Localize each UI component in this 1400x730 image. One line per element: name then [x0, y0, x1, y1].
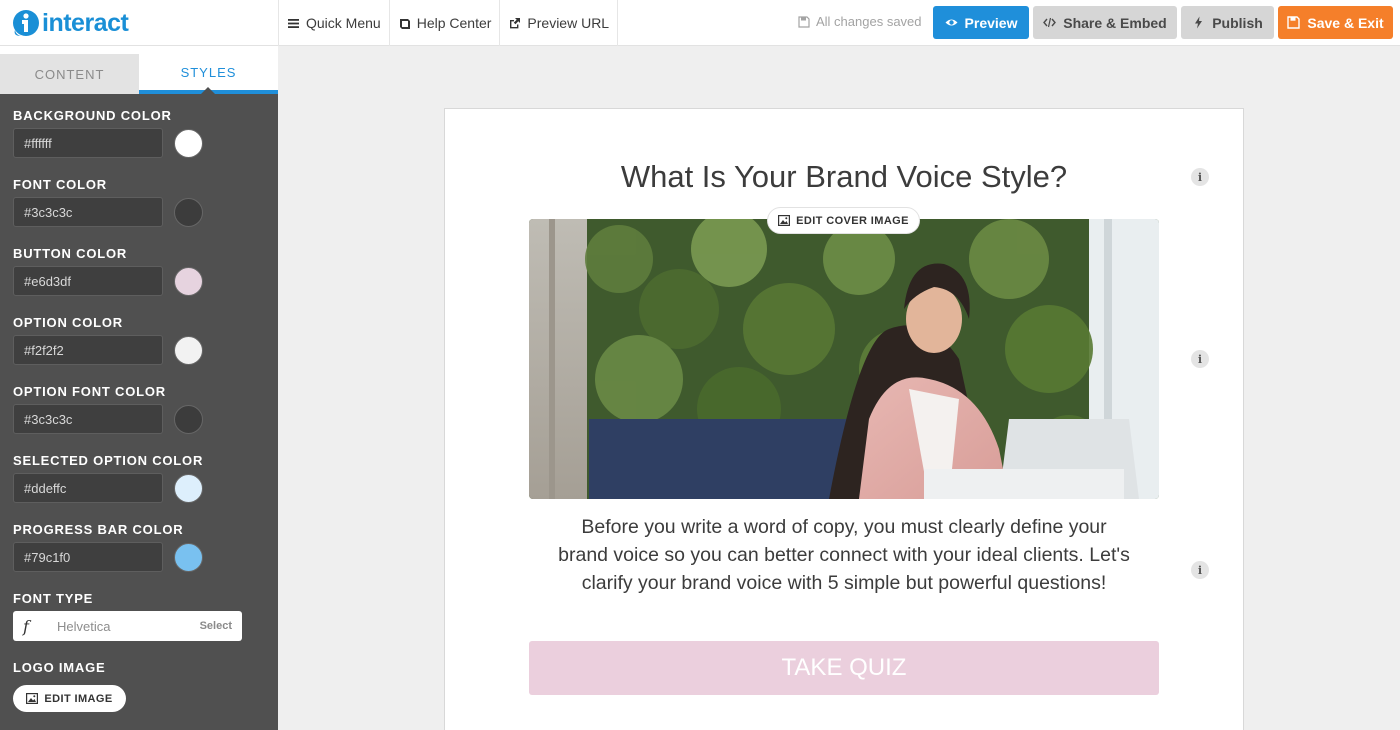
font-icon: f	[23, 616, 29, 636]
external-link-icon	[510, 17, 521, 28]
cover-image[interactable]	[529, 219, 1159, 499]
logo-mark-icon	[12, 8, 40, 38]
tab-styles[interactable]: STYLES	[139, 54, 278, 94]
cover-info-icon[interactable]: i	[1191, 350, 1209, 368]
field-label: FONT TYPE	[13, 591, 94, 606]
quiz-cover-card: What Is Your Brand Voice Style? i EDIT C…	[444, 108, 1244, 730]
quick-menu-label: Quick Menu	[306, 15, 381, 31]
option-font-color-swatch[interactable]	[174, 404, 203, 434]
option-font-color-field: OPTION FONT COLOR #3c3c3c	[13, 384, 265, 453]
save-status: All changes saved	[798, 14, 922, 29]
button-color-swatch[interactable]	[174, 266, 203, 296]
edit-image-label: EDIT IMAGE	[44, 692, 113, 705]
cover-photo	[529, 219, 1159, 499]
save-status-text: All changes saved	[816, 14, 922, 29]
background-color-swatch[interactable]	[174, 128, 203, 158]
floppy-disk-icon	[798, 15, 810, 28]
share-embed-label: Share & Embed	[1063, 14, 1167, 31]
field-label: PROGRESS BAR COLOR	[13, 522, 184, 537]
progress-bar-color-swatch[interactable]	[174, 542, 203, 572]
eye-icon	[945, 19, 958, 26]
edit-cover-image-button[interactable]: EDIT COVER IMAGE	[767, 207, 920, 234]
option-font-color-input[interactable]: #3c3c3c	[13, 404, 163, 434]
background-color-field: BACKGROUND COLOR #ffffff	[13, 108, 265, 177]
logo-image-field: LOGO IMAGE EDIT IMAGE	[13, 660, 265, 729]
help-center-label: Help Center	[416, 15, 492, 31]
interact-logo[interactable]: interact	[12, 7, 129, 39]
preview-label: Preview	[964, 14, 1018, 31]
edit-cover-label: EDIT COVER IMAGE	[796, 214, 909, 227]
field-label: OPTION FONT COLOR	[13, 384, 166, 399]
hamburger-icon	[288, 18, 299, 28]
field-label: BUTTON COLOR	[13, 246, 128, 261]
image-icon	[26, 693, 39, 704]
style-fields: BACKGROUND COLOR #ffffff FONT COLOR #3c3…	[0, 94, 278, 729]
quick-menu-button[interactable]: Quick Menu	[278, 0, 390, 46]
field-label: OPTION COLOR	[13, 315, 123, 330]
option-color-input[interactable]: #f2f2f2	[13, 335, 163, 365]
font-type-value: Helvetica	[57, 618, 111, 634]
title-info-icon[interactable]: i	[1191, 168, 1209, 186]
button-color-field: BUTTON COLOR #e6d3df	[13, 246, 265, 315]
take-quiz-button[interactable]: TAKE QUIZ	[529, 641, 1159, 695]
quiz-description[interactable]: Before you write a word of copy, you mus…	[555, 513, 1133, 597]
font-color-input[interactable]: #3c3c3c	[13, 197, 163, 227]
floppy-disk-icon	[1287, 16, 1301, 29]
tab-content[interactable]: CONTENT	[0, 54, 139, 94]
top-nav: Quick Menu Help Center Preview URL	[278, 0, 619, 46]
field-label: SELECTED OPTION COLOR	[13, 453, 204, 468]
selected-option-color-input[interactable]: #ddeffc	[13, 473, 163, 503]
progress-bar-color-input[interactable]: #79c1f0	[13, 542, 163, 572]
font-color-swatch[interactable]	[174, 197, 203, 227]
field-label: LOGO IMAGE	[13, 660, 106, 675]
font-select-label: Select	[199, 620, 232, 632]
font-type-field: FONT TYPE f Helvetica Select	[13, 591, 265, 660]
quiz-title[interactable]: What Is Your Brand Voice Style?	[445, 159, 1243, 195]
field-label: BACKGROUND COLOR	[13, 108, 172, 123]
lightning-bolt-icon	[1195, 16, 1203, 29]
font-color-field: FONT COLOR #3c3c3c	[13, 177, 265, 246]
styles-sidebar: CONTENT STYLES BACKGROUND COLOR #ffffff …	[0, 46, 278, 730]
publish-button[interactable]: Publish	[1181, 6, 1274, 39]
selected-option-color-swatch[interactable]	[174, 473, 203, 503]
code-icon	[1043, 17, 1057, 28]
logo-text: interact	[42, 8, 129, 37]
button-color-input[interactable]: #e6d3df	[13, 266, 163, 296]
edit-logo-image-button[interactable]: EDIT IMAGE	[13, 685, 126, 712]
image-icon	[778, 215, 791, 226]
selected-option-color-field: SELECTED OPTION COLOR #ddeffc	[13, 453, 265, 522]
share-embed-button[interactable]: Share & Embed	[1033, 6, 1177, 39]
save-exit-button[interactable]: Save & Exit	[1278, 6, 1393, 39]
progress-bar-color-field: PROGRESS BAR COLOR #79c1f0	[13, 522, 265, 591]
preview-url-link[interactable]: Preview URL	[500, 0, 619, 46]
save-exit-label: Save & Exit	[1307, 14, 1384, 31]
top-bar: interact Quick Menu Help Center Preview …	[0, 0, 1400, 46]
preview-url-label: Preview URL	[527, 15, 610, 31]
book-icon	[399, 18, 410, 29]
option-color-swatch[interactable]	[174, 335, 203, 365]
field-label: FONT COLOR	[13, 177, 107, 192]
sidebar-tabs: CONTENT STYLES	[0, 46, 278, 94]
background-color-input[interactable]: #ffffff	[13, 128, 163, 158]
help-center-link[interactable]: Help Center	[390, 0, 501, 46]
font-type-select[interactable]: f Helvetica Select	[13, 611, 242, 641]
option-color-field: OPTION COLOR #f2f2f2	[13, 315, 265, 384]
publish-label: Publish	[1212, 14, 1263, 31]
preview-button[interactable]: Preview	[933, 6, 1029, 39]
description-info-icon[interactable]: i	[1191, 561, 1209, 579]
